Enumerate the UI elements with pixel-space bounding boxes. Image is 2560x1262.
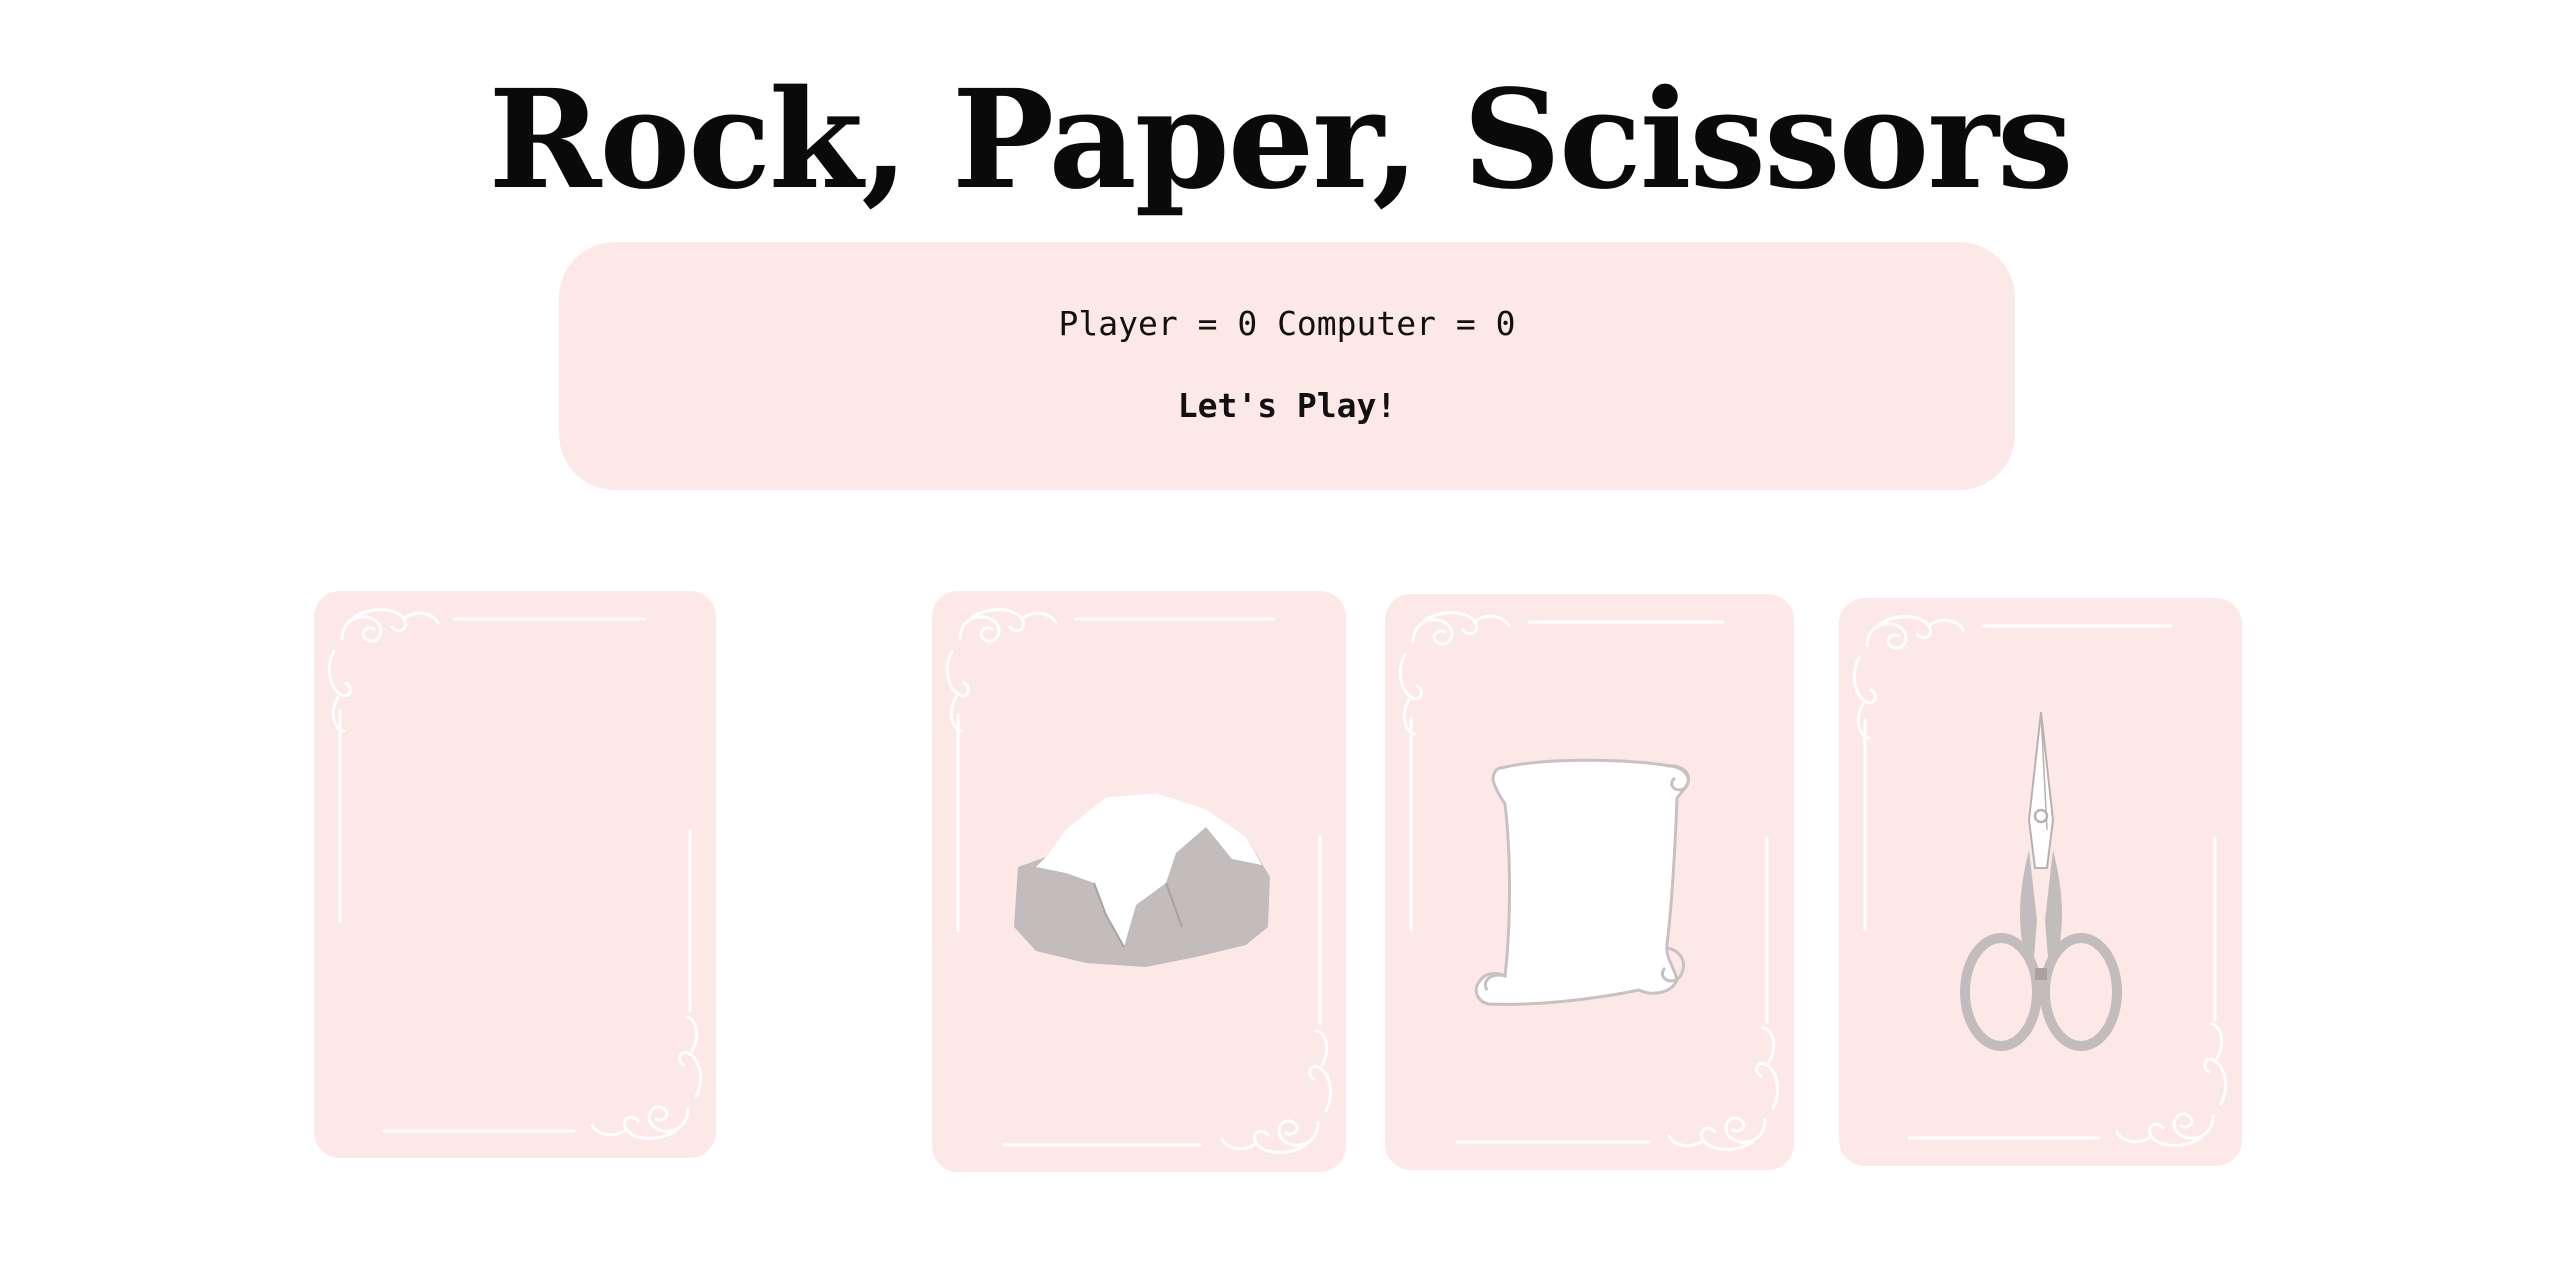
rock-card[interactable] bbox=[932, 591, 1346, 1172]
scoreboard-panel: Player = 0 Computer = 0 Let's Play! bbox=[559, 242, 2015, 490]
scissors-card[interactable] bbox=[1839, 598, 2242, 1166]
scissors-icon bbox=[1960, 711, 2122, 1051]
computer-score-label: Computer bbox=[1277, 304, 1437, 343]
card-ornament-frame bbox=[328, 608, 702, 1140]
player-score-label: Player bbox=[1058, 304, 1178, 343]
paper-card[interactable] bbox=[1385, 594, 1794, 1170]
page-title: Rock, Paper, Scissors bbox=[488, 60, 2073, 220]
rock-icon bbox=[1014, 793, 1270, 967]
computer-choice-card bbox=[314, 591, 716, 1158]
paper-icon bbox=[1474, 758, 1691, 1006]
score-line: Player = 0 Computer = 0 bbox=[1058, 304, 1516, 343]
player-score-value: 0 bbox=[1237, 304, 1258, 343]
status-message: Let's Play! bbox=[1177, 386, 1397, 425]
computer-score-value: 0 bbox=[1495, 304, 1516, 343]
